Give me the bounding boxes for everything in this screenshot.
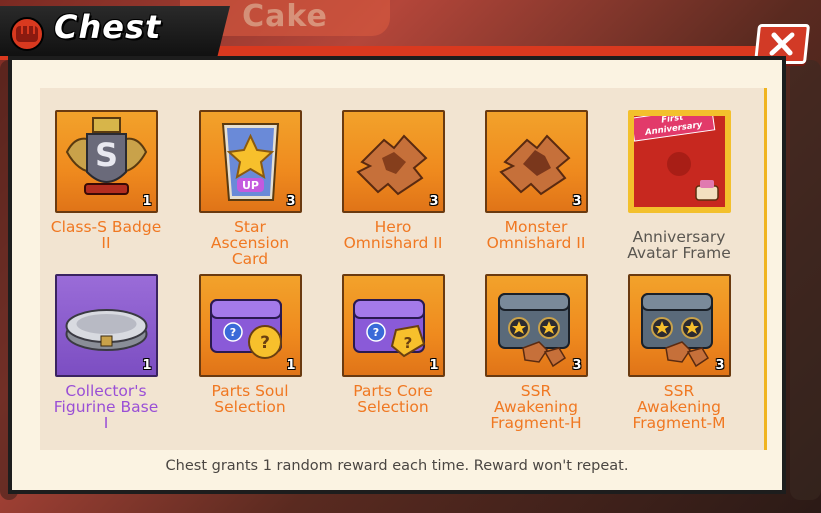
parts-core-chest-icon: ? ?	[352, 299, 425, 358]
reward-item-hero-omnishard[interactable]: 3 Hero Omnishard II	[329, 110, 457, 251]
item-tile: ? ? 1	[198, 274, 302, 377]
item-quantity: 3	[429, 194, 439, 209]
item-quantity: 3	[572, 194, 582, 209]
star-ascension-card-icon: UP	[221, 123, 279, 201]
reward-item-figurine-base[interactable]: 1 Collector's Figurine Base I	[42, 274, 170, 431]
item-tile: S 1	[54, 110, 158, 213]
item-tile: UP 3	[198, 110, 302, 213]
reward-item-parts-core-selection[interactable]: ? ? 1 Parts Core Selection	[329, 274, 457, 415]
item-quantity: 3	[572, 358, 582, 373]
item-tile: First Anniversary	[627, 110, 731, 213]
class-s-badge-icon: S	[65, 117, 147, 195]
footer-note: Chest grants 1 random reward each time. …	[165, 458, 629, 474]
item-tile: 1	[54, 274, 158, 377]
item-label: Class-S Badge II	[50, 218, 162, 252]
reward-item-parts-soul-selection[interactable]: ? ? 1 Parts Soul Selection	[186, 274, 314, 415]
ssr-fragment-chest-icon	[640, 293, 713, 368]
item-tile: 3	[484, 274, 588, 377]
reward-item-ssr-awakening-fragment-h[interactable]: 3 SSR Awakening Fragment-H	[472, 274, 600, 431]
svg-text:S: S	[94, 136, 117, 174]
svg-text:?: ?	[372, 326, 378, 339]
chest-panel: S 1 Class-S Badge II UP 3 Star Ascension…	[8, 56, 786, 494]
item-label: SSR Awakening Fragment-H	[490, 382, 582, 432]
item-quantity: 1	[286, 358, 296, 373]
item-tile: 3	[341, 110, 445, 213]
item-quantity: 3	[715, 358, 725, 373]
item-label: Star Ascension Card	[210, 218, 290, 268]
item-quantity: 1	[429, 358, 439, 373]
reward-grid: S 1 Class-S Badge II UP 3 Star Ascension…	[40, 88, 767, 450]
reward-item-star-ascension-card[interactable]: UP 3 Star Ascension Card	[186, 110, 314, 267]
item-label: Parts Soul Selection	[211, 382, 289, 416]
svg-text:?: ?	[403, 334, 412, 352]
header-stripe	[175, 46, 775, 56]
page-title: Chest	[54, 8, 162, 46]
background-decoration	[790, 60, 821, 500]
item-quantity: 1	[142, 194, 152, 209]
item-label: Anniversary Avatar Frame	[627, 228, 731, 262]
reward-item-monster-omnishard[interactable]: 3 Monster Omnishard II	[472, 110, 600, 251]
item-label: SSR Awakening Fragment-M	[632, 382, 726, 432]
fist-icon	[4, 12, 50, 52]
item-tile: 3	[627, 274, 731, 377]
svg-text:UP: UP	[242, 179, 259, 192]
item-label: Collector's Figurine Base I	[53, 382, 159, 432]
reward-item-ssr-awakening-fragment-m[interactable]: 3 SSR Awakening Fragment-M	[615, 274, 743, 431]
item-quantity: 1	[142, 358, 152, 373]
item-tile: 3	[484, 110, 588, 213]
svg-text:?: ?	[229, 326, 235, 339]
reward-item-anniversary-avatar-frame[interactable]: First Anniversary Anniversary Avatar Fram…	[615, 110, 743, 261]
item-tile: ? ? 1	[341, 274, 445, 377]
svg-text:?: ?	[260, 333, 270, 353]
reward-item-class-s-badge[interactable]: S 1 Class-S Badge II	[42, 110, 170, 251]
parts-soul-chest-icon: ? ?	[209, 299, 282, 359]
item-label: Parts Core Selection	[353, 382, 433, 416]
figurine-base-icon	[65, 309, 147, 351]
hero-omnishard-icon	[355, 134, 427, 196]
item-label: Hero Omnishard II	[343, 218, 443, 252]
item-quantity: 3	[286, 194, 296, 209]
ssr-fragment-chest-icon	[497, 293, 570, 368]
monster-omnishard-icon	[498, 134, 570, 196]
close-icon	[769, 32, 795, 56]
item-label: Monster Omnishard II	[486, 218, 586, 252]
